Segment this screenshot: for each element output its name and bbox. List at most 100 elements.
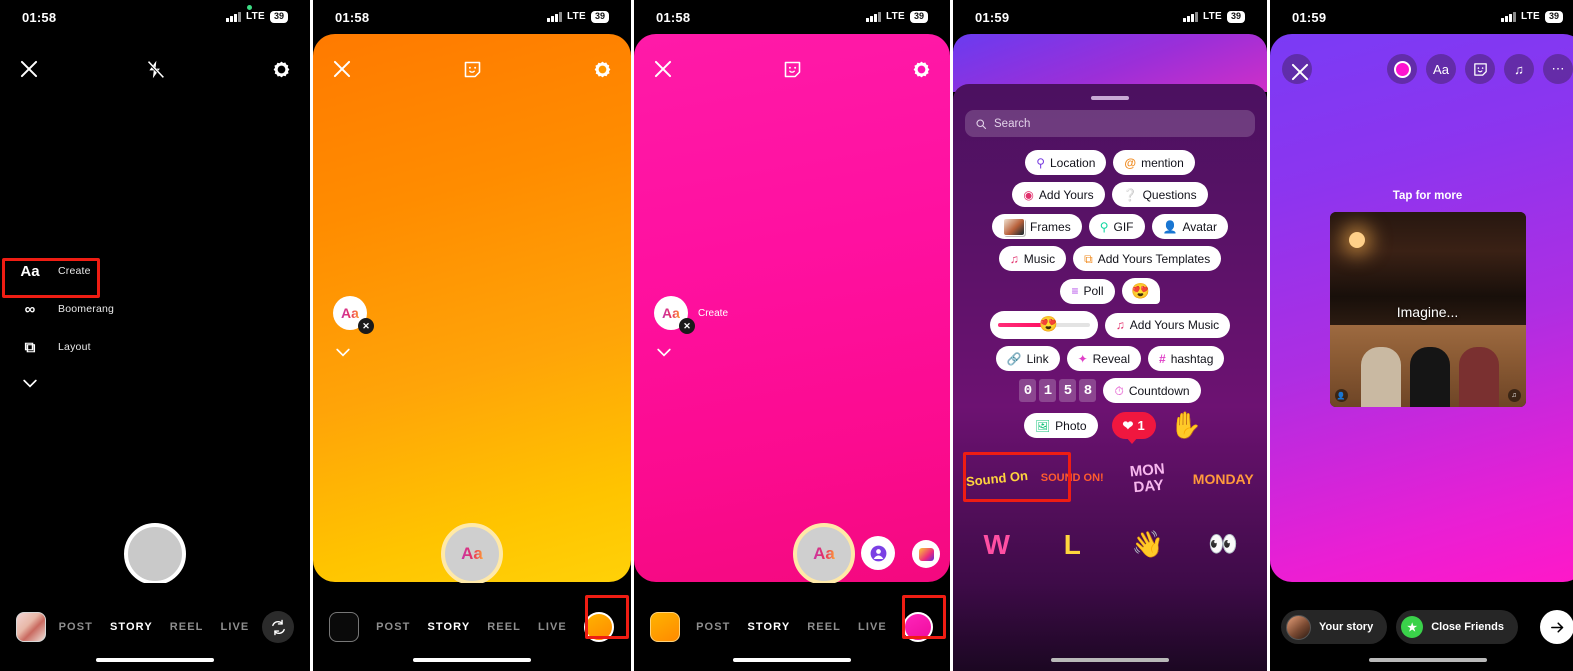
badge-close-icon[interactable]: ✕ — [679, 318, 695, 334]
tab-story[interactable]: STORY — [747, 621, 790, 633]
sheet-grabber[interactable] — [1091, 96, 1129, 100]
sticker-tool-button[interactable] — [1465, 54, 1495, 84]
gallery-sticker-button[interactable] — [912, 540, 940, 568]
avatar-sticker-button[interactable] — [861, 536, 895, 570]
more-options-button[interactable]: ⋯ — [1543, 54, 1573, 84]
color-picker-button[interactable] — [1387, 54, 1417, 84]
sticker-chip-add-yours-templates[interactable]: ⧉ Add Yours Templates — [1073, 246, 1222, 271]
close-button[interactable] — [18, 58, 40, 80]
sticker-chip-digital-clock[interactable]: 0 1 5 8 — [1019, 379, 1097, 402]
sticker-chip-emoji-reaction[interactable]: 😍 — [1121, 278, 1160, 304]
close-button[interactable] — [1282, 54, 1312, 84]
expand-chevron-button[interactable] — [333, 342, 377, 367]
person-badge-icon[interactable]: 👤 — [1334, 389, 1348, 402]
mode-item-boomerang[interactable]: ∞ Boomerang — [14, 290, 114, 328]
shutter-button[interactable] — [124, 523, 186, 585]
aa-badge[interactable]: Aa ✕ — [654, 296, 695, 334]
tab-post[interactable]: POST — [696, 621, 730, 633]
sticker-monday-text[interactable]: MONDAY — [1189, 451, 1257, 507]
sticker-letter-l[interactable]: L — [1038, 517, 1106, 573]
sticker-chip-link[interactable]: 🔗 Link — [995, 346, 1060, 371]
sticker-monday-graffiti[interactable]: MON DAY — [1111, 448, 1184, 510]
tab-reel[interactable]: REEL — [170, 621, 204, 633]
tab-reel[interactable]: REEL — [487, 621, 521, 633]
music-tool-button[interactable]: ♫ — [1504, 54, 1534, 84]
tab-post[interactable]: POST — [376, 621, 410, 633]
sticker-chip-like-count[interactable]: ❤ 1 — [1111, 412, 1156, 444]
heart-eyes-emoji-icon: 😍 — [1131, 283, 1150, 300]
mode-expand-button[interactable] — [14, 366, 114, 404]
sticker-person-waving[interactable]: 👋 — [1114, 517, 1182, 573]
tab-live[interactable]: LIVE — [221, 621, 250, 633]
close-button[interactable] — [652, 58, 674, 80]
tab-reel[interactable]: REEL — [807, 621, 841, 633]
sticker-chip-hashtag[interactable]: # hashtag — [1148, 346, 1225, 371]
close-button[interactable] — [331, 58, 353, 80]
clock-digit: 5 — [1059, 379, 1077, 402]
chip-label: Frames — [1030, 219, 1071, 234]
sticker-chip-countdown[interactable]: ⏱ Countdown — [1103, 378, 1201, 403]
tab-story[interactable]: STORY — [110, 621, 153, 633]
sticker-row-8: 0 1 5 8 ⏱ Countdown — [953, 378, 1267, 403]
badge-close-icon[interactable]: ✕ — [358, 318, 374, 334]
text-tool-badge-3[interactable]: Aa ✕ Create — [654, 296, 728, 367]
mode-item-layout[interactable]: ⧉ Layout — [14, 328, 114, 366]
text-tool-button[interactable]: Aa — [1426, 54, 1456, 84]
flash-button[interactable] — [145, 59, 166, 80]
your-story-button[interactable]: Your story — [1281, 610, 1388, 644]
background-color-button[interactable] — [584, 612, 614, 642]
arrow-right-icon — [1550, 621, 1563, 633]
sticker-chip-location[interactable]: ⚲ Location — [1025, 150, 1107, 175]
sticker-button[interactable] — [782, 59, 803, 80]
sticker-chip-reveal[interactable]: ✦ Reveal — [1066, 346, 1141, 371]
sticker-row-7: 🔗 Link ✦ Reveal # hashtag — [953, 346, 1267, 371]
infinity-icon: ∞ — [24, 300, 36, 318]
sticker-sound-on-hand[interactable]: ✋ — [1170, 410, 1202, 441]
sticker-chip-mention[interactable]: @ mention — [1113, 150, 1195, 175]
text-shutter-button[interactable]: Aa — [793, 523, 855, 585]
photo-sticker-card[interactable]: Imagine... 👤 ♫ — [1329, 212, 1526, 407]
sticker-chip-music[interactable]: ♫ Music — [998, 246, 1067, 271]
aa-badge[interactable]: Aa ✕ — [333, 296, 374, 334]
tab-story[interactable]: STORY — [427, 621, 470, 633]
settings-button[interactable] — [271, 59, 292, 80]
sticker-chip-photo[interactable]: 🖼 Photo — [1023, 413, 1098, 438]
settings-button[interactable] — [911, 59, 932, 80]
sticker-button[interactable] — [462, 59, 483, 80]
flip-camera-button[interactable] — [262, 611, 294, 643]
mode-item-create[interactable]: Aa Create — [14, 252, 114, 290]
sticker-sound-on-orange[interactable]: SOUND ON! — [1038, 451, 1106, 507]
search-input[interactable]: Search — [965, 110, 1255, 137]
sticker-chip-frames[interactable]: Frames — [992, 214, 1082, 239]
status-time: 01:58 — [656, 9, 691, 25]
text-tool-badge-2[interactable]: Aa ✕ — [333, 296, 377, 367]
sticker-chip-emoji-slider[interactable]: 😍 — [989, 311, 1098, 339]
tab-live[interactable]: LIVE — [538, 621, 567, 633]
sticker-chip-gif[interactable]: ⚲ GIF — [1088, 214, 1145, 239]
close-friends-button[interactable]: ★ Close Friends — [1396, 610, 1518, 644]
mode-label-layout: Layout — [58, 341, 91, 353]
sticker-chip-poll[interactable]: ≡ Poll — [1060, 278, 1115, 304]
text-shutter-button[interactable]: Aa — [441, 523, 503, 585]
sound-badge-icon[interactable]: ♫ — [1507, 389, 1521, 402]
sticker-eyes[interactable]: 👀 — [1189, 517, 1257, 573]
previous-color-thumbnail[interactable] — [650, 612, 680, 642]
sticker-letter-w[interactable]: W — [963, 517, 1031, 573]
settings-button[interactable] — [592, 59, 613, 80]
aa-badge-label: Aa — [662, 305, 680, 321]
battery-badge: 39 — [1544, 11, 1563, 23]
background-color-button[interactable] — [903, 612, 933, 642]
aa-badge-label: Aa — [341, 305, 359, 321]
sticker-chip-avatar[interactable]: 👤 Avatar — [1151, 214, 1228, 239]
sticker-chip-add-yours-music[interactable]: ♫ Add Yours Music — [1104, 312, 1231, 338]
gallery-thumbnail[interactable] — [16, 612, 46, 642]
slider-knob-emoji-icon[interactable]: 😍 — [1039, 315, 1058, 333]
sticker-chip-questions[interactable]: ❔ Questions — [1111, 182, 1208, 207]
send-button[interactable] — [1540, 610, 1573, 644]
gallery-thumbnail[interactable] — [329, 612, 359, 642]
tab-post[interactable]: POST — [59, 621, 93, 633]
tab-live[interactable]: LIVE — [858, 621, 887, 633]
expand-chevron-button[interactable] — [654, 342, 728, 367]
sticker-sound-on-yellow[interactable]: Sound On — [960, 448, 1033, 511]
sticker-chip-add-yours[interactable]: ◉ Add Yours — [1012, 182, 1105, 207]
